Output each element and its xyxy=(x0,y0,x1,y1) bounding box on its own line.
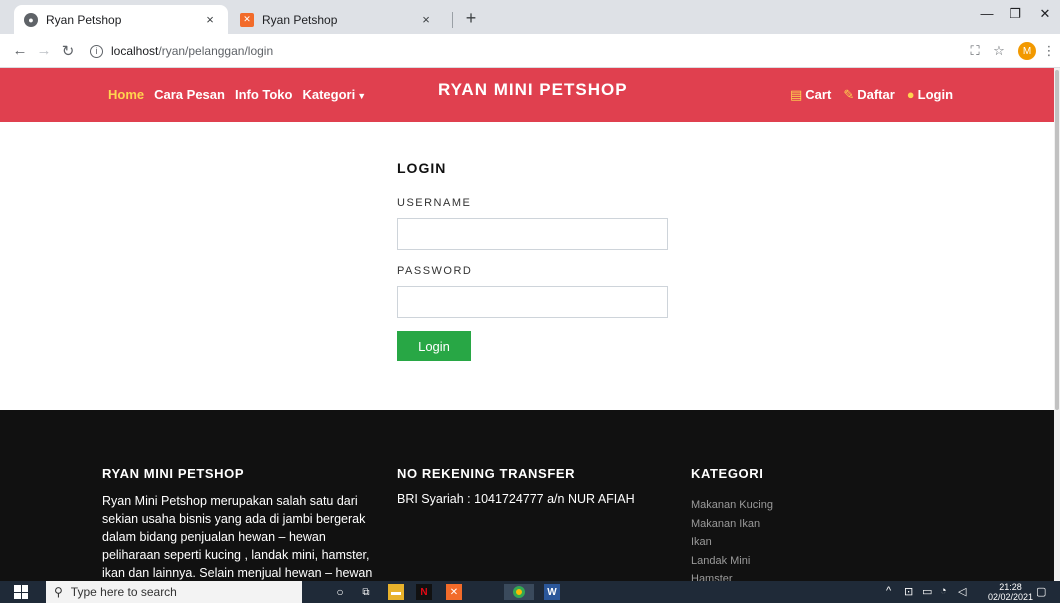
back-arrow-icon[interactable]: ← xyxy=(10,42,30,59)
footer-bank-text: BRI Syariah : 1041724777 a/n NUR AFIAH xyxy=(397,492,635,506)
windows-taskbar: ⚲ Type here to search ○ ⧉ ▬ N ✕ W ^ ⊡ ▭ … xyxy=(0,581,1060,603)
footer-about-heading: RYAN MINI PETSHOP xyxy=(102,466,245,481)
password-label: PASSWORD xyxy=(397,265,473,277)
tab-title: Ryan Petshop xyxy=(262,12,338,27)
tray-battery-icon[interactable]: ▭ xyxy=(922,585,932,598)
login-title: LOGIN xyxy=(397,160,447,176)
nav-daftar[interactable]: ✎ Daftar xyxy=(843,87,894,103)
nav-cart-label: Cart xyxy=(805,87,832,102)
main-nav: Home Cara Pesan Info Toko Kategori ▼ xyxy=(108,87,366,102)
file-explorer-icon[interactable]: ▬ xyxy=(388,584,404,600)
reload-icon[interactable]: ↻ xyxy=(58,42,78,60)
user-nav: ▤ Cart ✎ Daftar ● Login xyxy=(790,87,953,103)
avatar[interactable]: M xyxy=(1018,42,1036,60)
translate-icon[interactable]: ⛶ xyxy=(966,43,984,59)
tray-network-icon[interactable]: ⊡ xyxy=(904,585,913,598)
tray-wifi-icon[interactable]: ◔ xyxy=(940,585,947,597)
nav-cara-pesan[interactable]: Cara Pesan xyxy=(154,87,225,102)
new-tab-button[interactable]: + xyxy=(460,8,482,28)
username-label: USERNAME xyxy=(397,197,472,209)
tray-volume-icon[interactable]: ◁ xyxy=(958,585,966,598)
url-input[interactable]: i localhost/ryan/pelanggan/login xyxy=(90,39,960,63)
netflix-icon[interactable]: N xyxy=(416,584,432,600)
task-view-icon[interactable]: ⧉ xyxy=(358,584,374,600)
clock-date: 02/02/2021 xyxy=(988,592,1034,602)
close-icon[interactable]: × xyxy=(418,12,434,27)
site-navbar: Home Cara Pesan Info Toko Kategori ▼ RYAN… xyxy=(0,68,1054,122)
tab-title: Ryan Petshop xyxy=(46,12,122,27)
site-footer: RYAN MINI PETSHOP Ryan Mini Petshop meru… xyxy=(0,410,1054,581)
nav-kategori-dropdown[interactable]: Kategori ▼ xyxy=(302,87,366,102)
scrollbar-thumb[interactable] xyxy=(1055,70,1059,410)
page-scrollbar[interactable] xyxy=(1054,68,1060,581)
category-link[interactable]: Makanan Kucing xyxy=(691,496,773,515)
nav-cart[interactable]: ▤ Cart xyxy=(790,87,831,103)
address-bar: ← → ↻ i localhost/ryan/pelanggan/login ⛶… xyxy=(0,34,1060,68)
xampp-icon: ✕ xyxy=(240,12,254,27)
login-button[interactable]: Login xyxy=(397,331,471,361)
footer-bank-heading: NO REKENING TRANSFER xyxy=(397,466,576,481)
site-brand[interactable]: RYAN MINI PETSHOP xyxy=(438,80,628,100)
url-host: localhost xyxy=(111,44,159,58)
cart-icon: ▤ xyxy=(790,87,803,102)
star-icon[interactable]: ☆ xyxy=(990,43,1008,59)
word-icon[interactable]: W xyxy=(544,584,560,600)
footer-category-list: Makanan Kucing Makanan Ikan Ikan Landak … xyxy=(691,496,773,581)
nav-info-toko[interactable]: Info Toko xyxy=(235,87,293,102)
window-close-icon[interactable]: ✕ xyxy=(1030,6,1060,22)
edit-icon: ✎ xyxy=(843,87,855,102)
username-input[interactable] xyxy=(397,218,668,250)
forward-arrow-icon[interactable]: → xyxy=(34,42,54,59)
category-link[interactable]: Landak Mini xyxy=(691,552,773,571)
browser-tab-inactive[interactable]: ✕ Ryan Petshop × xyxy=(230,5,444,34)
nav-home[interactable]: Home xyxy=(108,87,144,102)
globe-icon: ● xyxy=(24,12,38,27)
footer-about-text: Ryan Mini Petshop merupakan salah satu d… xyxy=(102,494,373,580)
footer-category-heading: KATEGORI xyxy=(691,466,764,481)
url-path: /ryan/pelanggan/login xyxy=(158,44,274,58)
nav-login-label: Login xyxy=(917,87,954,102)
tab-separator xyxy=(452,12,453,28)
browser-tab-bar: ● Ryan Petshop × ✕ Ryan Petshop × + — ❐ … xyxy=(0,0,1060,34)
info-icon[interactable]: i xyxy=(90,44,103,58)
tray-chevron-up-icon[interactable]: ^ xyxy=(886,585,891,597)
kebab-menu-icon[interactable]: ⋮ xyxy=(1040,43,1058,59)
search-placeholder: Type here to search xyxy=(70,585,177,599)
notification-icon[interactable]: ▢ xyxy=(1036,585,1046,598)
minimize-icon[interactable]: — xyxy=(972,6,1002,21)
category-link[interactable]: Ikan xyxy=(691,533,773,552)
nav-login[interactable]: ● Login xyxy=(907,87,953,103)
browser-tab-active[interactable]: ● Ryan Petshop × xyxy=(14,5,228,34)
chrome-taskbar-icon[interactable] xyxy=(504,584,534,600)
cortana-icon[interactable]: ○ xyxy=(332,584,348,600)
taskbar-search-input[interactable]: ⚲ Type here to search xyxy=(46,581,302,603)
restore-icon[interactable]: ❐ xyxy=(1000,6,1030,22)
nav-daftar-label: Daftar xyxy=(857,87,895,102)
category-link[interactable]: Makanan Ikan xyxy=(691,515,773,534)
taskbar-clock[interactable]: 21:28 02/02/2021 xyxy=(988,582,1033,602)
xampp-taskbar-icon[interactable]: ✕ xyxy=(446,584,462,600)
nav-kategori-label: Kategori xyxy=(302,87,356,102)
close-icon[interactable]: × xyxy=(202,12,218,27)
caret-down-icon: ▼ xyxy=(357,91,367,101)
password-input[interactable] xyxy=(397,286,668,318)
user-icon: ● xyxy=(906,87,915,102)
search-icon: ⚲ xyxy=(54,585,63,599)
category-link[interactable]: Hamster xyxy=(691,570,773,581)
windows-start-icon[interactable] xyxy=(14,585,28,599)
clock-time: 21:28 xyxy=(999,582,1022,592)
